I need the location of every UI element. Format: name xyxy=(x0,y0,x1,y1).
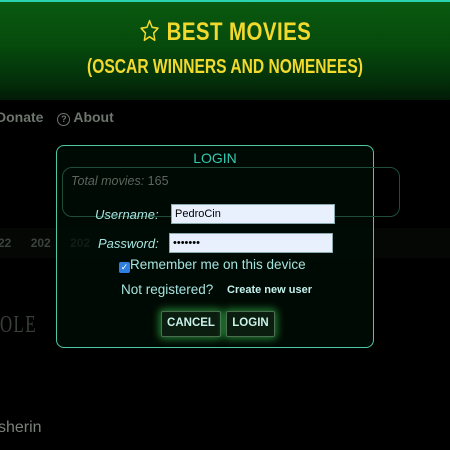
cancel-button[interactable]: CANCEL xyxy=(161,311,221,337)
donate-link[interactable]: Donate xyxy=(0,109,43,125)
star-outline-icon xyxy=(139,18,160,51)
username-field[interactable] xyxy=(171,204,335,224)
site-header: BEST MOVIES (OSCAR WINNERS AND NOMENEES) xyxy=(0,0,450,100)
site-title-row: BEST MOVIES xyxy=(41,18,410,51)
total-movies: Total movies: 165 xyxy=(71,174,169,188)
total-movies-value: 165 xyxy=(147,174,169,188)
site-subtitle: (OSCAR WINNERS AND NOMENEES) xyxy=(87,56,363,78)
year-tab[interactable]: 202 xyxy=(31,236,51,250)
not-registered-text: Not registered? xyxy=(121,282,214,297)
login-dialog-title: LOGIN xyxy=(193,150,237,166)
login-button[interactable]: LOGIN xyxy=(226,311,275,337)
about-link[interactable]: ? About xyxy=(57,109,123,126)
login-dialog: LOGIN Total movies: 165 Username: Passwo… xyxy=(56,145,400,348)
remember-me-checkbox[interactable]: ✓ xyxy=(119,262,130,273)
background-partial-name: sherin xyxy=(0,419,42,436)
create-user-link[interactable]: Create new user xyxy=(227,284,312,296)
password-label: Password: xyxy=(98,236,159,251)
username-label: Username: xyxy=(95,207,159,222)
top-nav: Donate ? About xyxy=(0,109,134,126)
background-partial-text: OLE xyxy=(0,312,37,338)
total-movies-label: Total movies: xyxy=(71,174,145,188)
about-link-label: About xyxy=(73,109,114,125)
question-circle-icon: ? xyxy=(57,113,71,126)
remember-me-label: Remember me on this device xyxy=(130,257,306,272)
site-title: BEST MOVIES xyxy=(166,18,312,46)
year-tab[interactable]: 22 xyxy=(0,236,11,250)
password-field[interactable] xyxy=(169,233,333,253)
remember-me-row: ✓ Remember me on this device xyxy=(119,257,306,273)
